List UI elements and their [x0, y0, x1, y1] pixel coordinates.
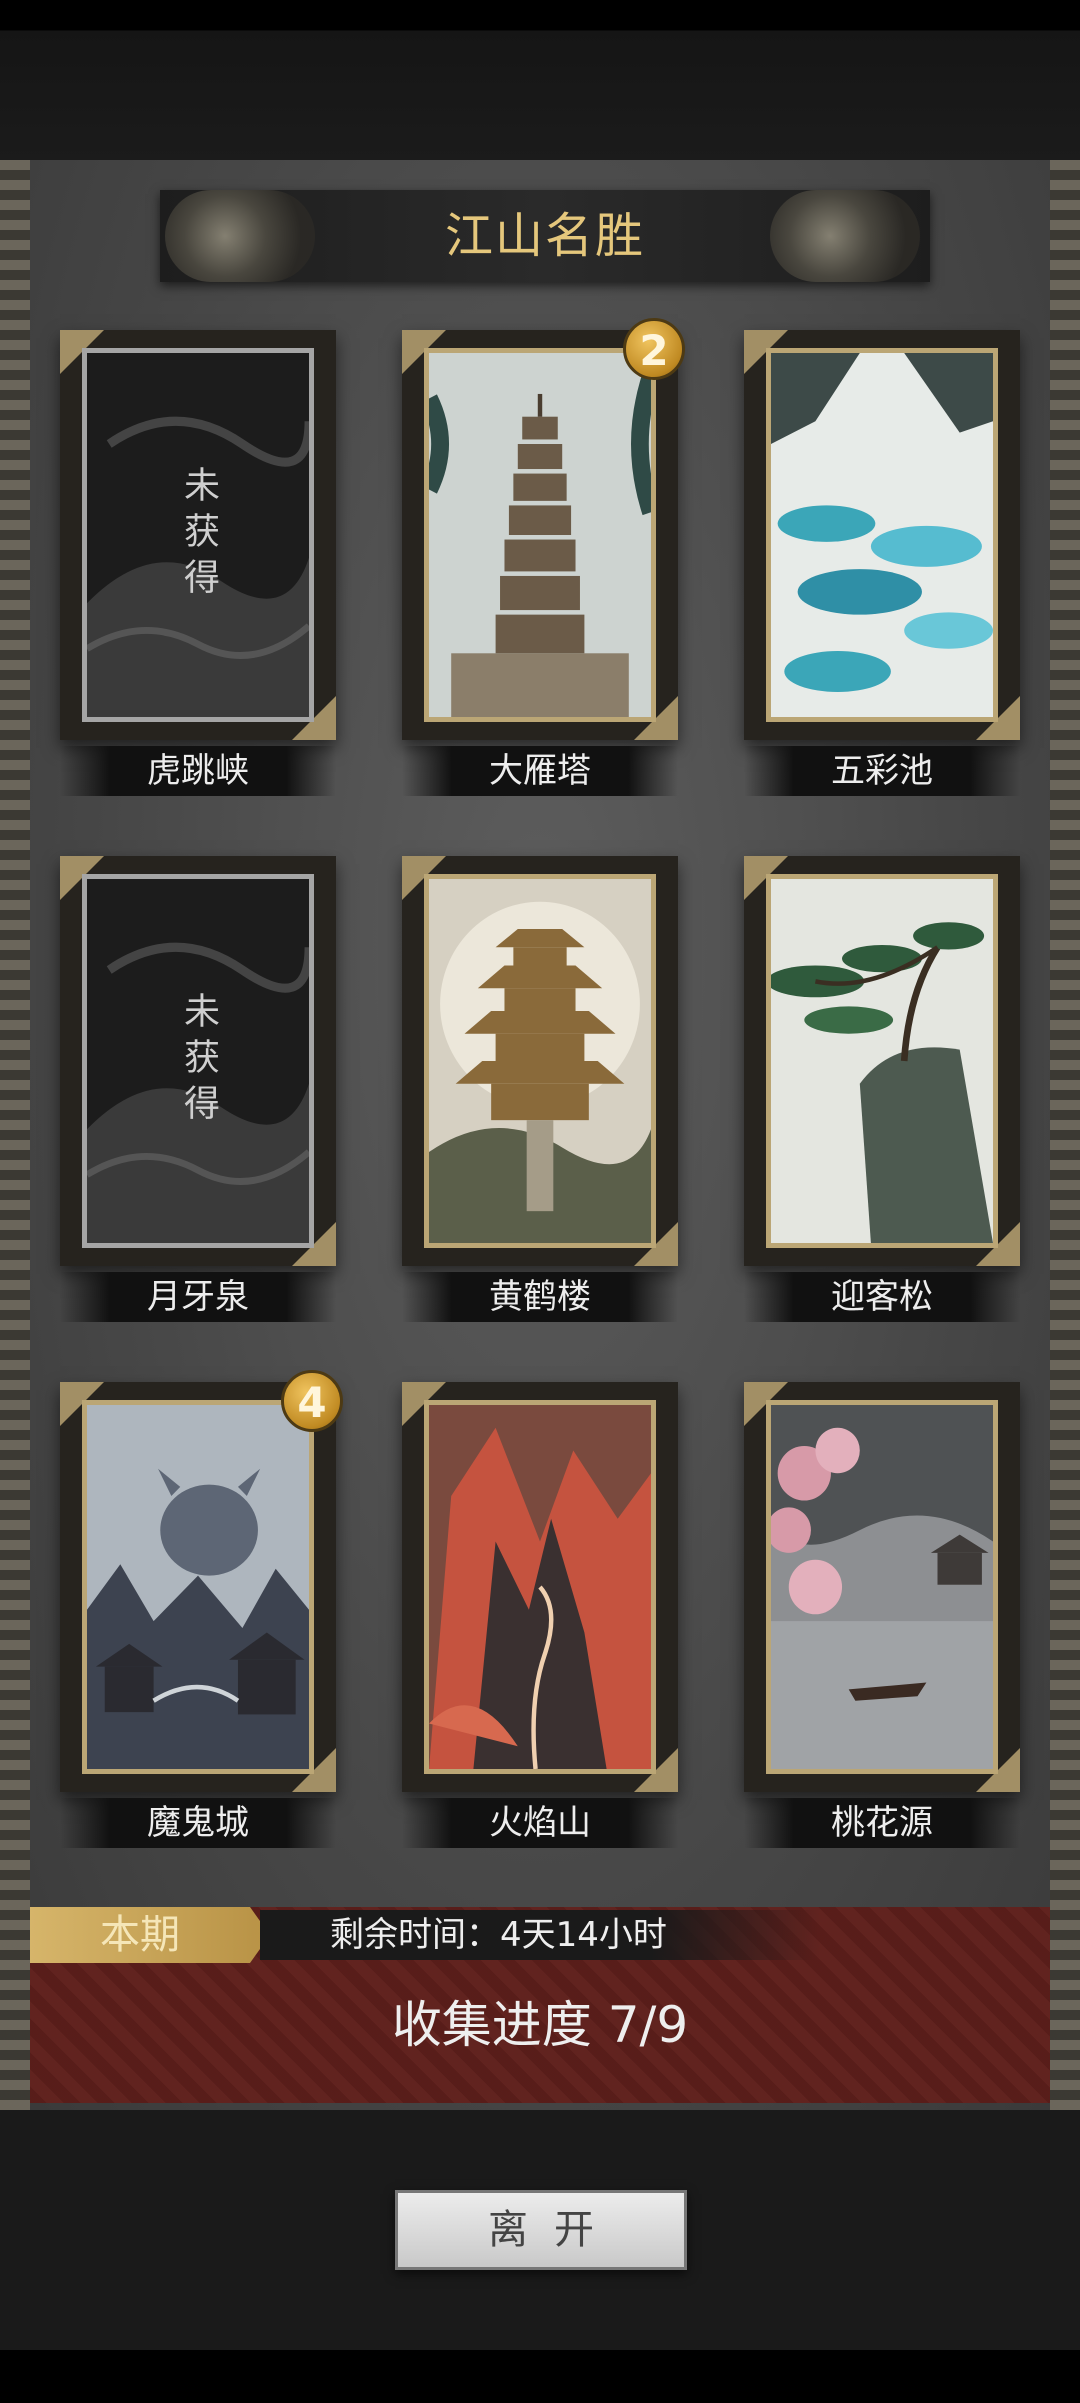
- card-name: 月牙泉: [60, 1272, 336, 1322]
- tower-icon: [424, 874, 656, 1248]
- card-name: 大雁塔: [402, 746, 678, 796]
- status-area: [0, 0, 1080, 160]
- locked-label: 未获得: [178, 992, 219, 1130]
- leave-button[interactable]: 离开: [395, 2190, 687, 2270]
- card-wucaichi[interactable]: 五彩池: [744, 330, 1020, 804]
- left-border: [0, 160, 30, 2110]
- peach-blossom-icon: [766, 1400, 998, 1774]
- pine-icon: [766, 874, 998, 1248]
- pools-icon: [766, 348, 998, 722]
- card-name: 魔鬼城: [60, 1798, 336, 1848]
- card-yueyaquan[interactable]: 未获得 月牙泉: [60, 856, 336, 1330]
- card-huanghelou[interactable]: 黄鹤楼: [402, 856, 678, 1330]
- right-border: [1050, 160, 1080, 2110]
- card-yingkesong[interactable]: 迎客松: [744, 856, 1020, 1330]
- count-badge: 4: [281, 1370, 343, 1432]
- card-huoyanshan[interactable]: 火焰山: [402, 1382, 678, 1856]
- card-name: 黄鹤楼: [402, 1272, 678, 1322]
- card-dayanta[interactable]: 大雁塔: [402, 330, 678, 804]
- card-name: 迎客松: [744, 1272, 1020, 1322]
- card-name: 桃花源: [744, 1798, 1020, 1848]
- navigation-bar: [0, 2350, 1080, 2403]
- mist-icon: 未获得: [82, 874, 314, 1248]
- card-hutiaoxia[interactable]: 未获得 虎跳峡: [60, 330, 336, 804]
- demon-city-icon: [82, 1400, 314, 1774]
- card-name: 五彩池: [744, 746, 1020, 796]
- locked-label: 未获得: [178, 466, 219, 604]
- card-taohuayuan[interactable]: 桃花源: [744, 1382, 1020, 1856]
- card-moguicheng[interactable]: 魔鬼城: [60, 1382, 336, 1856]
- count-badge: 2: [623, 318, 685, 380]
- page-title: 江山名胜: [444, 208, 645, 264]
- card-name: 虎跳峡: [60, 746, 336, 796]
- flame-mountain-icon: [424, 1400, 656, 1774]
- period-label: 本期: [100, 1912, 180, 1958]
- pagoda-icon: [424, 348, 656, 722]
- time-remaining: 剩余时间：4天14小时: [330, 1915, 667, 1955]
- collection-progress: 收集进度 7/9: [391, 1996, 689, 2054]
- card-name: 火焰山: [402, 1798, 678, 1848]
- mist-icon: 未获得: [82, 348, 314, 722]
